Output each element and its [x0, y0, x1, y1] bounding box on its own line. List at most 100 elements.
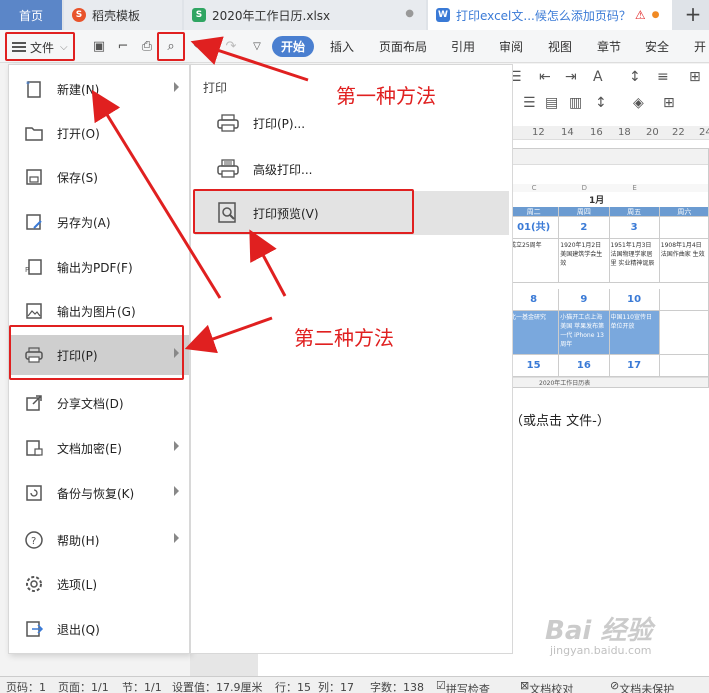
doc-protect-button[interactable]: ⊘ 文档未保护	[610, 679, 674, 693]
menu-item-export-image[interactable]: 输出为图片(G)	[9, 291, 189, 331]
quick-access-dropdown[interactable]: ▽	[248, 30, 266, 63]
outdent-icon[interactable]: ⇥	[565, 69, 577, 85]
print-tool-button[interactable]: ⎙	[138, 30, 156, 63]
lock-doc-icon	[23, 437, 45, 459]
menu-item-label: 退出(Q)	[57, 622, 100, 637]
image-icon	[23, 300, 45, 322]
ribbon-tab-more[interactable]: 开	[694, 30, 706, 63]
menu-item-label: 帮助(H)	[57, 533, 100, 548]
backup-icon	[23, 482, 45, 504]
text-style-icon[interactable]: A	[593, 69, 603, 85]
status-col: 列：17	[318, 681, 354, 693]
ruler: 12 14 16 18 20 22 24	[500, 126, 709, 140]
border-icon[interactable]: ⊞	[663, 95, 675, 111]
ribbon-tab-security[interactable]: 安全	[645, 30, 669, 63]
ribbon-tab-references[interactable]: 引用	[451, 30, 475, 63]
submenu-item-print-preview[interactable]: 打印预览(V)	[195, 191, 509, 235]
ribbon-tab-review[interactable]: 审阅	[499, 30, 523, 63]
menu-item-label: 打开(O)	[57, 126, 100, 141]
menu-item-save-as[interactable]: 另存为(A)	[9, 202, 189, 242]
save-tool-button[interactable]: ▣	[90, 30, 108, 63]
calendar-month: 1月	[589, 196, 605, 206]
menu-item-share[interactable]: 分享文档(D)	[9, 383, 189, 423]
save-icon	[23, 166, 45, 188]
tab-calendar-xlsx[interactable]: S 2020年工作日历.xlsx ●	[184, 0, 426, 30]
spacing-icon[interactable]: ≡	[657, 69, 669, 85]
shading-icon[interactable]: ◈	[633, 95, 644, 111]
doc-protect-label: 文档未保护	[619, 683, 675, 693]
menu-item-help[interactable]: ? 帮助(H)	[9, 520, 189, 560]
undo-button[interactable]: ↶	[190, 30, 208, 63]
warning-icon: ⚠	[634, 8, 646, 22]
annotation-method-one: 第一种方法	[336, 84, 436, 108]
pdf-icon: P	[23, 256, 45, 278]
redo-icon: ↷	[225, 39, 237, 54]
calendar-week3: 15 16 17	[509, 355, 708, 377]
menu-item-label: 输出为PDF(F)	[57, 260, 133, 275]
calendar-toolbar	[509, 149, 708, 165]
ribbon-tab-view[interactable]: 视图	[548, 30, 572, 63]
file-menu-button[interactable]: 文件 ⌵	[6, 33, 74, 61]
menu-item-new[interactable]: * 新建(N)	[9, 69, 189, 109]
spell-check-button[interactable]: ☑ 拼写检查	[436, 679, 490, 693]
calendar-week1: 01(共) 2 3	[509, 217, 708, 239]
file-label: 文件	[30, 40, 55, 55]
menu-item-label: 选项(L)	[57, 577, 98, 592]
status-words[interactable]: 字数：138	[370, 679, 424, 693]
ribbon-tab-insert[interactable]: 插入	[330, 30, 354, 63]
menu-item-save[interactable]: 保存(S)	[9, 157, 189, 197]
menu-item-label: 输出为图片(G)	[57, 304, 136, 319]
ribbon-tab-section[interactable]: 章节	[597, 30, 621, 63]
proofread-label: 文档校对	[529, 683, 574, 693]
format-painter-icon: ⌐	[117, 39, 129, 54]
gear-icon	[23, 573, 45, 595]
exit-icon	[23, 618, 45, 640]
new-tab-button[interactable]: +	[680, 3, 706, 27]
redo-button[interactable]: ↷	[222, 30, 240, 63]
submenu-item-advanced-print[interactable]: 高级打印...	[195, 147, 509, 191]
indent-icon[interactable]: ⇤	[539, 69, 551, 85]
distributed-icon[interactable]: ▥	[569, 95, 582, 111]
spreadsheet-icon: S	[192, 8, 206, 22]
tab-home[interactable]: 首页	[0, 0, 62, 30]
menu-item-label: 分享文档(D)	[57, 396, 124, 411]
align-right-icon[interactable]: ☰	[523, 95, 536, 111]
ribbon-format-row1: ☰ ⇤ ⇥ A ↕ ≡ ⊞	[505, 66, 709, 91]
tab-current-doc[interactable]: W 打印excel文...候怎么添加页码？ ⚠ ●	[428, 0, 672, 30]
tab-dot-icon[interactable]: ●	[405, 8, 414, 19]
proofread-button[interactable]: ⊠ 文档校对	[520, 679, 573, 693]
menu-item-backup[interactable]: 备份与恢复(K)	[9, 473, 189, 513]
baidu-watermark-logo: Bai 经验	[545, 616, 653, 646]
tab-home-label: 首页	[18, 8, 43, 23]
writer-icon: W	[436, 8, 450, 22]
tab-calendar-label: 2020年工作日历.xlsx	[212, 8, 331, 23]
sort-icon[interactable]: ↕	[629, 69, 641, 85]
chevron-down-icon: ▽	[253, 41, 261, 52]
table-icon[interactable]: ⊞	[689, 69, 701, 85]
annotation-method-two: 第二种方法	[294, 326, 394, 350]
help-icon: ?	[23, 529, 45, 551]
print-preview-tool-button[interactable]: ⌕	[162, 30, 180, 63]
status-row: 行：15	[275, 681, 311, 693]
tab-docer-templates[interactable]: S 稻壳模板	[64, 0, 182, 30]
print-preview-icon	[215, 200, 241, 226]
menu-item-encrypt[interactable]: 文档加密(E)	[9, 428, 189, 468]
svg-text:*: *	[26, 80, 30, 89]
status-pages[interactable]: 页面：1/1	[58, 679, 109, 693]
menu-item-export-pdf[interactable]: P 输出为PDF(F)	[9, 247, 189, 287]
menu-item-open[interactable]: 打开(O)	[9, 113, 189, 153]
menu-item-exit[interactable]: 退出(Q)	[9, 609, 189, 649]
format-painter-button[interactable]: ⌐	[114, 30, 132, 63]
line-spacing-icon[interactable]: ↕	[595, 95, 607, 111]
printer-icon: ⎙	[141, 39, 153, 54]
menu-item-options[interactable]: 选项(L)	[9, 564, 189, 604]
justify-icon[interactable]: ▤	[545, 95, 558, 111]
submenu-arrow-icon	[174, 441, 179, 451]
calendar-week1-notes: 成立25周年 1920年1月2日 美国建筑学会生效 1951年1月3日 法国物理…	[509, 239, 708, 283]
calendar-column-letters: C D E	[509, 184, 708, 192]
menu-item-print[interactable]: 打印(P)	[9, 335, 189, 375]
embedded-calendar-image: C D E 1月 周二 周四 周五 周六 01(共) 2 3 成立25周年 19…	[508, 148, 709, 388]
spell-check-label: 拼写检查	[445, 683, 490, 693]
ribbon-tab-page-layout[interactable]: 页面布局	[379, 30, 427, 63]
ribbon-tab-start[interactable]: 开始	[272, 36, 314, 57]
